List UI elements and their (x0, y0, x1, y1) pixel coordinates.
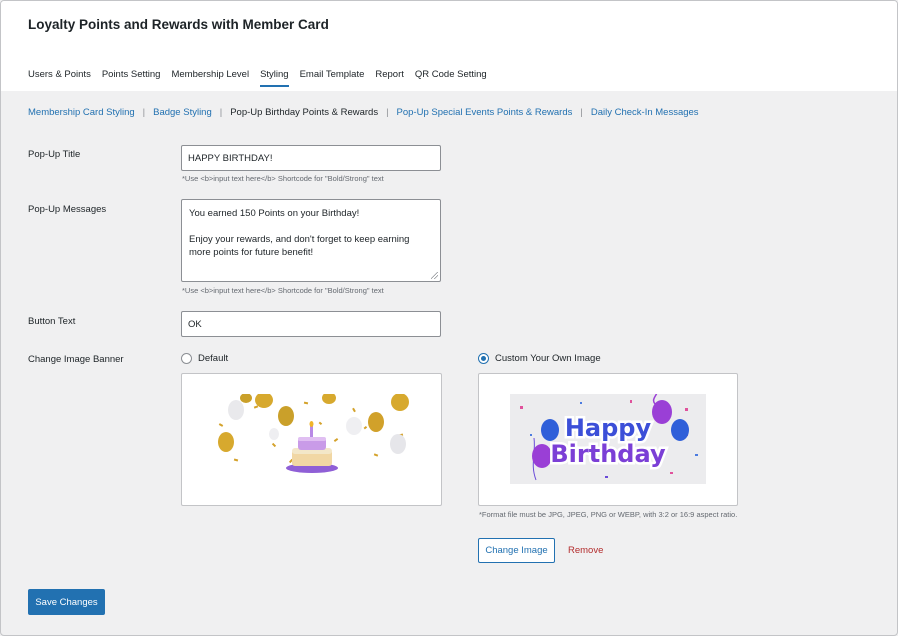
custom-radio[interactable] (478, 353, 489, 364)
tab-email-template[interactable]: Email Template (300, 69, 365, 87)
page-header: Loyalty Points and Rewards with Member C… (1, 1, 897, 91)
tab-membership-level[interactable]: Membership Level (171, 69, 249, 87)
main-nav-tabs: Users & Points Points Setting Membership… (28, 69, 498, 87)
sub-tab-separator: | (142, 107, 146, 118)
save-changes-button[interactable]: Save Changes (28, 589, 105, 615)
sub-nav-tabs: Membership Card Styling | Badge Styling … (28, 107, 699, 118)
remove-image-link[interactable]: Remove (568, 545, 603, 556)
sub-tab-separator: | (219, 107, 223, 118)
change-image-button[interactable]: Change Image (478, 538, 555, 563)
page-title: Loyalty Points and Rewards with Member C… (28, 17, 329, 32)
subtab-badge-styling[interactable]: Badge Styling (153, 107, 212, 118)
default-image-preview (181, 373, 442, 506)
happy-text: Happy (565, 414, 652, 442)
custom-image-preview: Happy Happy Birthday Birthday (478, 373, 738, 506)
popup-title-hint: *Use <b>input text here</b> Shortcode fo… (182, 174, 384, 183)
tab-qr-code-setting[interactable]: QR Code Setting (415, 69, 487, 87)
tab-styling[interactable]: Styling (260, 69, 289, 87)
default-image-option[interactable]: Default (181, 353, 228, 364)
popup-title-label: Pop-Up Title (28, 149, 81, 160)
format-note: *Format file must be JPG, JPEG, PNG or W… (479, 510, 738, 519)
resize-handle-icon[interactable] (431, 272, 438, 279)
popup-messages-label: Pop-Up Messages (28, 204, 107, 215)
message-line-2: Enjoy your rewards, and don't forget to … (189, 234, 413, 258)
popup-title-input[interactable] (181, 145, 441, 171)
tab-users-points[interactable]: Users & Points (28, 69, 91, 87)
sub-tab-separator: | (580, 107, 583, 118)
message-line-1: You earned 150 Points on your Birthday! (189, 208, 360, 219)
image-banner-label: Change Image Banner (28, 354, 124, 365)
default-radio-label: Default (198, 353, 229, 364)
happy-birthday-image: Happy Happy Birthday Birthday (510, 394, 706, 484)
button-text-label: Button Text (28, 316, 76, 327)
popup-messages-textarea[interactable]: You earned 150 Points on your Birthday! … (181, 199, 441, 282)
birthday-text: Birthday (550, 440, 666, 468)
subtab-popup-special-events[interactable]: Pop-Up Special Events Points & Rewards (397, 107, 573, 118)
subtab-popup-birthday[interactable]: Pop-Up Birthday Points & Rewards (230, 107, 378, 118)
subtab-membership-card-styling[interactable]: Membership Card Styling (28, 107, 135, 118)
custom-radio-label: Custom Your Own Image (495, 353, 601, 364)
subtab-daily-checkin[interactable]: Daily Check-In Messages (591, 107, 699, 118)
tab-report[interactable]: Report (375, 69, 404, 87)
sub-tab-separator: | (386, 107, 389, 118)
popup-messages-hint: *Use <b>input text here</b> Shortcode fo… (182, 286, 384, 295)
custom-image-option[interactable]: Custom Your Own Image (478, 353, 601, 364)
default-radio[interactable] (181, 353, 192, 364)
birthday-cake-balloons-image (214, 394, 410, 474)
tab-points-setting[interactable]: Points Setting (102, 69, 161, 87)
button-text-input[interactable] (181, 311, 441, 337)
app-frame: Loyalty Points and Rewards with Member C… (0, 0, 898, 636)
